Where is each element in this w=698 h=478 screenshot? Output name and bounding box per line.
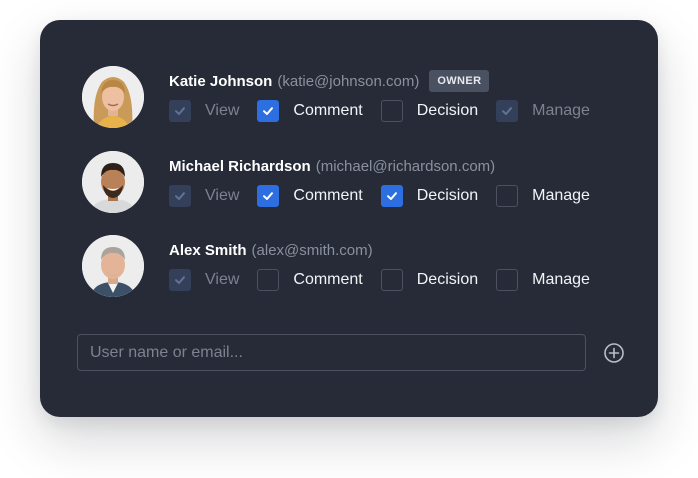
permission-comment[interactable]: Comment [257, 185, 363, 207]
user-name: Alex Smith [169, 241, 247, 259]
permission-label: Comment [293, 102, 363, 119]
user-search-input[interactable] [77, 334, 586, 371]
permission-view[interactable]: View [169, 269, 239, 291]
share-permissions-card: Katie Johnson (katie@johnson.com) OWNER … [40, 20, 658, 417]
permission-view[interactable]: View [169, 185, 239, 207]
check-icon [496, 100, 519, 122]
user-name: Michael Richardson [169, 157, 311, 175]
user-name-line: Katie Johnson (katie@johnson.com) OWNER [169, 69, 490, 93]
permission-label: Decision [416, 102, 479, 119]
avatar [82, 235, 144, 297]
permission-view[interactable]: View [169, 100, 239, 122]
user-row: Katie Johnson (katie@johnson.com) OWNER … [40, 66, 658, 136]
permission-label: Decision [416, 271, 479, 288]
owner-badge: OWNER [429, 70, 490, 92]
permission-label: Comment [293, 271, 363, 288]
permission-group: View Comment Decision Manage [169, 184, 590, 208]
checkbox [496, 269, 519, 291]
user-email: (alex@smith.com) [251, 241, 373, 259]
permission-label: Comment [293, 187, 363, 204]
user-email: (katie@johnson.com) [277, 72, 420, 90]
permission-label: View [205, 271, 240, 288]
permission-decision[interactable]: Decision [380, 185, 479, 207]
user-name-line: Michael Richardson (michael@richardson.c… [169, 154, 495, 178]
plus-circle-icon [604, 343, 624, 363]
permission-label: Manage [532, 187, 590, 204]
check-icon [257, 185, 280, 207]
permission-decision[interactable]: Decision [380, 100, 479, 122]
check-icon [257, 100, 280, 122]
check-icon [169, 100, 191, 122]
checkbox [496, 185, 519, 207]
add-user-button[interactable] [603, 342, 625, 364]
permission-comment[interactable]: Comment [257, 269, 363, 291]
permission-manage[interactable]: Manage [496, 185, 590, 207]
permission-manage[interactable]: Manage [496, 269, 590, 291]
avatar [82, 151, 144, 213]
check-icon [169, 185, 191, 207]
permission-label: View [205, 187, 240, 204]
add-user-row [77, 334, 637, 372]
permission-label: View [205, 102, 240, 119]
checkbox [380, 269, 403, 291]
checkbox [380, 100, 403, 122]
user-row: Alex Smith (alex@smith.com) View Comment… [40, 235, 658, 305]
permission-group: View Comment Decision Manage [169, 268, 590, 292]
user-email: (michael@richardson.com) [315, 157, 496, 175]
user-name: Katie Johnson [169, 72, 273, 90]
checkbox [257, 269, 280, 291]
permission-decision[interactable]: Decision [380, 269, 479, 291]
user-name-line: Alex Smith (alex@smith.com) [169, 238, 373, 262]
permission-label: Manage [532, 271, 590, 288]
permission-group: View Comment Decision Manage [169, 99, 590, 123]
permission-manage[interactable]: Manage [496, 100, 590, 122]
check-icon [380, 185, 403, 207]
permission-comment[interactable]: Comment [257, 100, 363, 122]
check-icon [169, 269, 191, 291]
avatar [82, 66, 144, 128]
permission-label: Decision [416, 187, 479, 204]
user-row: Michael Richardson (michael@richardson.c… [40, 151, 658, 221]
permission-label: Manage [532, 102, 590, 119]
